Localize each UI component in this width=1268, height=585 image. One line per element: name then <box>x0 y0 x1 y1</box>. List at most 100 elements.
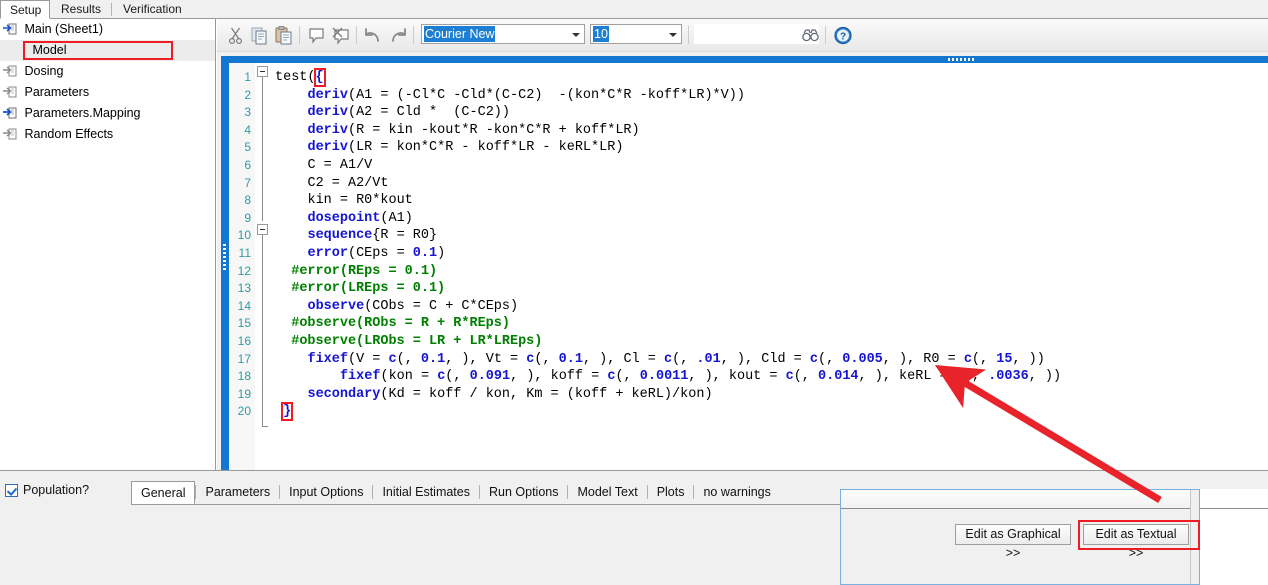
code-token: (, <box>396 351 421 367</box>
code-text: #observe(RObs = R + R*REps) <box>291 315 510 333</box>
code-token: error <box>307 246 348 261</box>
bottom-tab-model-text[interactable]: Model Text <box>568 481 646 503</box>
code-line: 14 observe(CObs = C + C*CEps) <box>229 298 1268 316</box>
chevron-down-icon <box>669 33 677 37</box>
paste-icon[interactable] <box>273 25 295 46</box>
code-text: dosepoint(A1) <box>307 210 412 228</box>
font-name-value: Courier New <box>424 26 496 42</box>
code-token: 15 <box>996 351 1013 367</box>
tab-verification-label: Verification <box>123 2 182 16</box>
font-name-combo[interactable]: Courier New <box>421 24 585 44</box>
code-line: 8 kin = R0*kout <box>229 192 1268 210</box>
line-number: 6 <box>244 158 251 172</box>
code-token: (, <box>817 351 843 367</box>
toolbar-divider <box>356 26 357 44</box>
tree-item-random-effects[interactable]: Random Effects <box>0 124 215 145</box>
bottom-tab-parameters[interactable]: Parameters <box>196 481 279 503</box>
code-token: , ), Cl = <box>582 351 664 367</box>
line-number: 10 <box>237 228 251 243</box>
vertical-splitter[interactable] <box>221 56 229 470</box>
population-checkbox[interactable] <box>5 484 18 497</box>
tree-item-random-effects-label: Random Effects <box>24 127 114 141</box>
code-token: deriv <box>307 105 348 121</box>
code-line: 3 deriv(A2 = Cld * (C-C2)) <box>229 104 1268 122</box>
code-line: 6 C = A1/V <box>229 157 1268 175</box>
code-token: (LR = kon*C*R - koff*LR - keRL*LR) <box>347 140 624 156</box>
tab-results[interactable]: Results <box>52 0 109 18</box>
vertical-scrollbar[interactable] <box>1190 490 1199 584</box>
tree-item-parameters[interactable]: Parameters <box>0 82 215 103</box>
code-token: , ), kout = <box>688 369 786 385</box>
code-token: , )) <box>1028 369 1062 385</box>
tree-blank-icon <box>3 43 19 57</box>
code-token: (, <box>534 351 559 367</box>
code-token: 0.005 <box>842 351 883 367</box>
toolbar-divider <box>299 26 300 44</box>
chevron-down-icon <box>572 33 580 37</box>
tab-setup[interactable]: Setup <box>0 0 50 19</box>
code-token: c <box>809 351 818 367</box>
line-number: 5 <box>244 140 251 155</box>
line-number: 11 <box>238 246 251 260</box>
code-text: deriv(LR = kon*C*R - koff*LR - keRL*LR) <box>307 139 623 157</box>
far-right-panel <box>1200 489 1268 585</box>
code-token: (CEps = <box>347 246 413 261</box>
splitter-grip <box>948 58 976 61</box>
help-icon[interactable]: ? <box>832 25 854 46</box>
bottom-tab-general[interactable]: General <box>131 481 196 504</box>
tree-item-parameters-mapping-label: Parameters.Mapping <box>24 106 141 120</box>
bottom-tab-input-options[interactable]: Input Options <box>280 481 372 503</box>
uncomment-icon[interactable] <box>330 25 352 46</box>
code-text: fixef(kon = c(, 0.091, ), koff = c(, 0.0… <box>340 368 1061 386</box>
comment-icon[interactable] <box>306 25 328 46</box>
code-line: 1 test({ <box>229 68 1268 87</box>
code-text: } <box>281 402 294 422</box>
code-editor[interactable]: 1 test({2 deriv(A1 = (-Cl*C -Cld*(C-C2) -(… <box>229 63 1268 470</box>
bottom-tab-plots[interactable]: Plots <box>648 481 694 503</box>
tree-item-parameters-mapping[interactable]: Parameters.Mapping <box>0 103 215 124</box>
bottom-tab-underline <box>131 504 841 505</box>
fold-end-marker <box>262 426 268 427</box>
code-text: C2 = A2/Vt <box>307 175 388 193</box>
code-text: kin = R0*kout <box>307 192 412 210</box>
bottom-tab-initial-estimates[interactable]: Initial Estimates <box>373 481 479 503</box>
tab-verification[interactable]: Verification <box>114 0 199 18</box>
line-number: 17 <box>237 351 251 366</box>
code-token: {R = R0} <box>372 228 438 244</box>
code-token: kin = R0*kout <box>307 193 413 209</box>
redo-icon[interactable] <box>387 25 409 46</box>
code-line: 13 #error(LREps = 0.1) <box>229 280 1268 298</box>
tab-results-label: Results <box>61 2 102 16</box>
code-token: 0.1 <box>420 351 446 367</box>
cut-icon[interactable] <box>225 25 247 46</box>
code-token: 0.091 <box>469 369 511 385</box>
code-token: dosepoint <box>307 210 381 226</box>
font-size-combo[interactable]: 10 <box>590 24 682 44</box>
tree-item-main[interactable]: Main (Sheet1) <box>0 19 215 40</box>
application-window: Setup Results Verification Main (Sheet1)… <box>0 0 1268 585</box>
code-text: deriv(A2 = Cld * (C-C2)) <box>307 104 510 122</box>
code-text: #error(REps = 0.1) <box>291 263 437 281</box>
copy-icon[interactable] <box>249 25 271 46</box>
code-token: .0036 <box>988 369 1029 385</box>
line-number: 15 <box>237 316 251 331</box>
tree-item-model[interactable]: Model <box>0 40 215 61</box>
code-line: 7 C2 = A2/Vt <box>229 175 1268 193</box>
code-line: 5 deriv(LR = kon*C*R - koff*LR - keRL*LR) <box>229 139 1268 157</box>
find-icon[interactable] <box>800 25 822 46</box>
line-number: 3 <box>244 105 251 120</box>
horizontal-splitter[interactable] <box>228 56 1268 63</box>
code-text: secondary(Kd = koff / kon, Km = (koff + … <box>307 386 712 404</box>
bottom-tab-run-options[interactable]: Run Options <box>480 481 567 503</box>
line-number: 18 <box>237 369 251 384</box>
toolbar-divider <box>688 26 689 44</box>
edit-as-graphical-button[interactable]: Edit as Graphical >> <box>955 524 1071 560</box>
code-token: .01 <box>696 351 721 367</box>
code-token: (, <box>672 351 697 367</box>
sheet-arrow-icon <box>3 22 19 36</box>
tree-item-dosing[interactable]: Dosing <box>0 61 215 82</box>
code-line: 15 #observe(RObs = R + R*REps) <box>229 315 1268 333</box>
edit-as-textual-button[interactable]: Edit as Textual >> <box>1083 524 1189 560</box>
undo-icon[interactable] <box>363 25 385 46</box>
bottom-tab-no-warnings[interactable]: no warnings <box>694 481 779 503</box>
